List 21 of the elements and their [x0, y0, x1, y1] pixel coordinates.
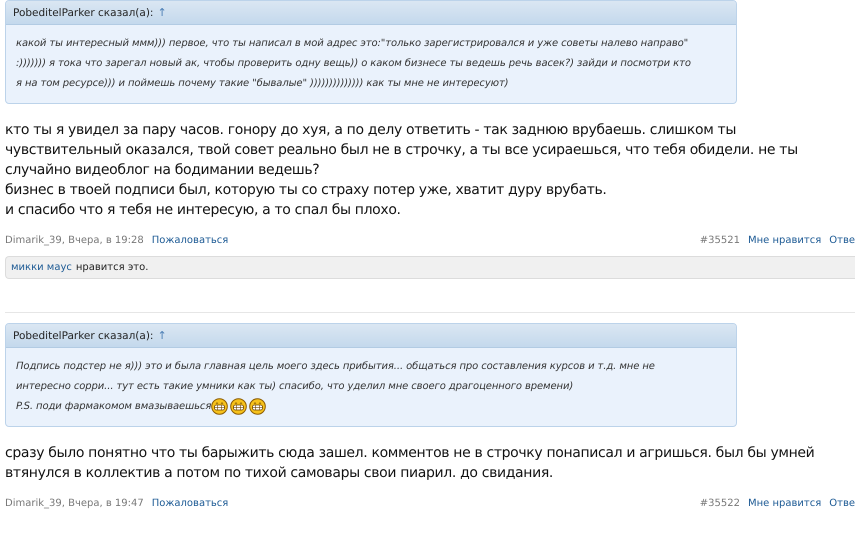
grin-smiley-icon	[211, 398, 228, 415]
post-meta: Dimarik_39, Вчера, в 19:28	[5, 234, 144, 246]
like-link[interactable]: Мне нравится	[748, 234, 822, 246]
report-link[interactable]: Пожаловаться	[152, 498, 228, 508]
quote-author: PobeditelParker сказал(а):	[13, 6, 154, 18]
reply-link[interactable]: Отве	[829, 234, 855, 246]
likes-text: нравится это.	[76, 262, 148, 273]
report-link[interactable]: Пожаловаться	[152, 234, 228, 246]
reply-link[interactable]: Отве	[829, 498, 855, 508]
post-number-link[interactable]: #35522	[700, 498, 740, 508]
message-text: сразу было понятно что ты барыжить сюда зашел. комментов не в строчку понаписал и агришься. был бы умней втянулся в коллектив а потом по тихой самовары свои пиарил. до свидания.	[5, 444, 816, 483]
message-text: кто ты я увидел за пару часов. гонору до хуя, а по делу ответить - так заднюю врубаешь. слишком ты чувствительный оказался, твой совет реально был не в строчку, а ты все усираешься, что тебя обидели. не ты случайно видеоблог на бодимании ведешь? бизнес в твоей подписи был, которую ты со страху потер уже, хватит дуру врубать. и спасибо что я тебя не интересую, а то спал бы плохо.	[5, 121, 799, 220]
post-number-link[interactable]: #35521	[700, 234, 740, 246]
quote-author: PobeditelParker сказал(а):	[13, 330, 154, 342]
grin-smiley-icon	[249, 398, 266, 415]
quote-text: какой ты интересный ммм))) первое, что ты написал в мой адрес это:"только зарегистрировался и уже советы налево направо" :))))))) я тока что зарегал новый ак, чтобы проверить одну вещь)) о каком бизнесе ты ведешь речь васек?) зайди и посмотри кто я на том ресурсе))) и поймешь почему такие "бывалые" )))))))))))))) как ты мне не интересуют)	[16, 37, 692, 91]
quote-text: Подпись подстер не я))) это и была главная цель моего здесь прибытия... общаться про составления курсов и т.д. мне не интересно сорри... тут есть такие умники как ты) спасибо, что уделил мне своего драгоценного времени) P.S. поди фармакомом вмазываешься	[16, 357, 728, 417]
like-link[interactable]: Мне нравится	[748, 498, 822, 508]
post-meta: Dimarik_39, Вчера, в 19:47	[5, 498, 144, 508]
liker-link[interactable]: микки маус	[11, 262, 72, 273]
grin-smiley-icon	[230, 398, 248, 415]
